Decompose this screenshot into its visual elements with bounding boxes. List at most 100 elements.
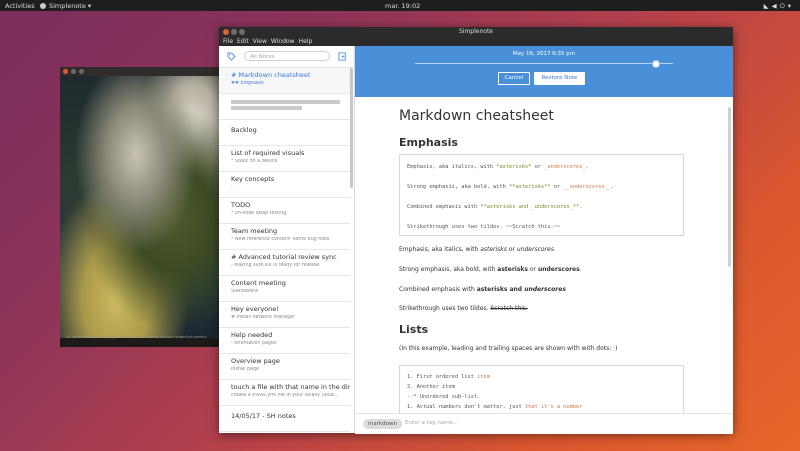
menu-help[interactable]: Help xyxy=(299,38,313,45)
lists-heading: Lists xyxy=(399,323,429,336)
note-title: Help needed xyxy=(231,331,273,339)
note-editor[interactable]: Markdown cheatsheet Emphasis Emphasis, a… xyxy=(355,97,733,413)
note-h[interactable]: h xyxy=(219,432,350,433)
top-panel: Activities Simplenote ▾ mar. 19:02 ◣◀⏻▾ xyxy=(0,0,800,11)
volume-icon: ◀ xyxy=(771,2,780,10)
history-date: May 16, 2017 6:35 pm xyxy=(512,51,576,57)
code-line: ··* Unordered sub-list. xyxy=(407,394,481,400)
code-line: 2. Another item xyxy=(407,384,455,390)
note-help-needed[interactable]: Help needed - orientation pages xyxy=(219,328,350,354)
simplenote-window: Simplenote File Edit View Window Help All No… xyxy=(219,27,733,434)
emphasis-heading: Emphasis xyxy=(399,136,458,149)
code-line: Emphasis, aka italics, with *asterisks* … xyxy=(407,164,589,170)
clock[interactable]: mar. 19:02 xyxy=(385,2,420,10)
note-title: Content meeting xyxy=(231,279,286,287)
close-icon[interactable] xyxy=(63,69,68,74)
note-preview: - orientation pages xyxy=(231,341,277,346)
lists-code-block: 1. First ordered list item 2. Another it… xyxy=(399,365,684,413)
code-line: 1. First ordered list item xyxy=(407,374,490,380)
new-note-icon[interactable] xyxy=(338,52,347,61)
note-preview: * on-code swap testing xyxy=(231,211,287,216)
note-key-concepts[interactable]: Key concepts - xyxy=(219,172,350,198)
redaction-bar xyxy=(231,106,303,110)
menu-view[interactable]: View xyxy=(253,38,267,45)
tag-bar: markdown Enter a tag name... xyxy=(355,413,733,434)
notes-list: # Markdown cheatsheet ## Emphasis Backlog… xyxy=(219,68,350,433)
add-tag-input[interactable]: Enter a tag name... xyxy=(405,420,458,426)
note-advanced-tutorial[interactable]: # Advanced tutorial review sync - Making … xyxy=(219,250,350,276)
window-titlebar[interactable]: Simplenote xyxy=(219,27,733,37)
chevron-down-icon: ▾ xyxy=(787,2,794,10)
app-menu[interactable]: Simplenote ▾ xyxy=(40,2,91,10)
note-title: Overview page xyxy=(231,357,280,365)
note-list-of-required-visuals[interactable]: List of required visuals * Stack on a dev… xyxy=(219,146,350,172)
note-title: 14/05/17 - SH notes xyxy=(231,412,296,420)
note-heading: Markdown cheatsheet xyxy=(399,108,554,124)
system-tray[interactable]: ◣◀⏻▾ xyxy=(764,2,794,11)
note-preview: * New reference content- some bug fixes xyxy=(231,237,330,242)
menu-window[interactable]: Window xyxy=(271,38,295,45)
note-backlog[interactable]: Backlog xyxy=(219,120,350,146)
tags-icon[interactable] xyxy=(227,52,236,61)
note-todo[interactable]: TODO * on-code swap testing xyxy=(219,198,350,224)
activities-button[interactable]: Activities xyxy=(5,2,35,10)
menu-bar: File Edit View Window Help xyxy=(219,37,733,46)
paragraph-combined: Combined emphasis with asterisks and und… xyxy=(399,286,566,293)
code-line: Strikethrough uses two tildes. ~~Scratch… xyxy=(407,224,561,230)
note-title: List of required visuals xyxy=(231,149,305,157)
app-menu-label: Simplenote xyxy=(49,2,86,10)
network-icon: ◣ xyxy=(763,2,772,10)
note-title: # Markdown cheatsheet xyxy=(231,71,311,79)
code-line: Combined emphasis with **asterisks and _… xyxy=(407,204,583,210)
note-title: Team meeting xyxy=(231,227,278,235)
menu-file[interactable]: File xyxy=(223,38,233,45)
maximize-icon[interactable] xyxy=(79,69,84,74)
note-title: Key concepts xyxy=(231,175,275,183)
history-panel: May 16, 2017 6:35 pm Cancel Restore Note xyxy=(355,46,733,97)
restore-note-button[interactable]: Restore Note xyxy=(534,72,585,85)
emphasis-code-block: Emphasis, aka italics, with *asterisks* … xyxy=(399,154,684,236)
note-team-meeting[interactable]: Team meeting * New reference content- som… xyxy=(219,224,350,250)
note-touch-a-file[interactable]: touch a file with that name in the dir..… xyxy=(219,380,350,406)
note-preview: - xyxy=(231,185,233,190)
power-icon: ⏻ xyxy=(779,2,788,10)
note-title: # Advanced tutorial review sync xyxy=(231,253,337,261)
note-title: Backlog xyxy=(231,126,257,134)
redaction-bar xyxy=(231,100,340,104)
maximize-icon[interactable] xyxy=(239,29,245,35)
search-input[interactable]: All Notes xyxy=(244,51,330,61)
paragraph-emphasis: Emphasis, aka italics, with asterisks or… xyxy=(399,246,556,253)
menu-edit[interactable]: Edit xyxy=(237,38,249,45)
minimize-icon[interactable] xyxy=(231,29,237,35)
paragraph-strikethrough: Strikethrough uses two tildes. Scratch t… xyxy=(399,305,528,312)
code-line: Strong emphasis, aka bold, with **asteri… xyxy=(407,184,615,190)
history-slider-handle[interactable] xyxy=(651,60,660,68)
note-hey-everyone[interactable]: Hey everyone! # Install network manager xyxy=(219,302,350,328)
code-line: 1. Actual numbers don't matter, just tha… xyxy=(407,404,583,410)
note-title: Hey everyone! xyxy=(231,305,279,313)
redacted-note[interactable] xyxy=(219,94,350,120)
minimize-icon[interactable] xyxy=(71,69,76,74)
note-preview: Standalone xyxy=(231,289,259,294)
tag-markdown[interactable]: markdown xyxy=(363,419,403,429)
notes-sidebar: All Notes # Markdown cheatsheet ## Emphas… xyxy=(219,46,355,433)
cancel-button[interactable]: Cancel xyxy=(498,72,530,85)
note-preview: create a travis.yml file in your locally… xyxy=(231,393,340,398)
sidebar-toolbar: All Notes xyxy=(219,46,354,68)
note-content-meeting[interactable]: Content meeting Standalone xyxy=(219,276,350,302)
close-icon[interactable] xyxy=(223,29,229,35)
note-overview-page[interactable]: Overview page Install page xyxy=(219,354,350,380)
paragraph-strong: Strong emphasis, aka bold, with asterisk… xyxy=(399,266,582,273)
sidebar-scrollbar[interactable] xyxy=(350,68,353,188)
note-title: touch a file with that name in the dir..… xyxy=(231,383,350,391)
note-preview: - Making sure six is ready for release xyxy=(231,263,320,268)
note-preview: ## Emphasis xyxy=(231,81,264,86)
note-preview: Install page xyxy=(231,367,259,372)
note-sh-notes[interactable]: 14/05/17 - SH notes xyxy=(219,406,350,432)
editor-scrollbar[interactable] xyxy=(728,107,731,267)
simplenote-icon xyxy=(40,3,46,9)
image-credit: All trademarks and copyrights on this si… xyxy=(66,335,208,339)
note-preview: * Stack on a device xyxy=(231,159,278,164)
note-markdown-cheatsheet[interactable]: # Markdown cheatsheet ## Emphasis xyxy=(219,68,350,94)
history-slider[interactable] xyxy=(415,63,673,64)
